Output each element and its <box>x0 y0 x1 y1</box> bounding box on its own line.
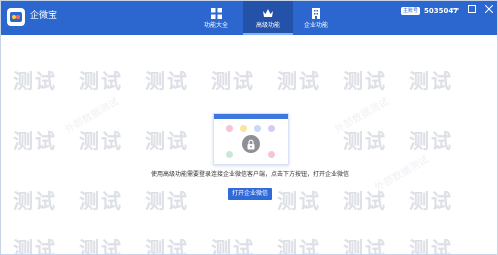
watermark-text: 测试 <box>343 189 387 213</box>
title-bar: 企微宝 功能大全 高级功能 企业功能 主账号 5035047 <box>1 1 497 35</box>
lock-icon <box>242 135 260 153</box>
watermark-text: 测试 <box>343 237 387 255</box>
watermark-text: 测试 <box>343 129 387 153</box>
purple-dot-icon <box>268 125 275 132</box>
watermark-text: 测试 <box>145 129 189 153</box>
locked-feature-illustration <box>213 113 289 165</box>
blue-dot-icon <box>254 125 261 132</box>
watermark-text: 测试 <box>79 129 123 153</box>
pink-dot-icon <box>226 125 233 132</box>
watermark-text: 测试 <box>211 237 255 255</box>
watermark-text: 测试 <box>409 189 453 213</box>
watermark-faint-text: 外部数据测试 <box>333 96 391 136</box>
minimize-icon[interactable] <box>451 5 459 13</box>
watermark-text: 测试 <box>409 69 453 93</box>
maximize-icon[interactable] <box>468 5 476 13</box>
yellow-dot-icon <box>240 125 247 132</box>
app-title: 企微宝 <box>30 11 58 21</box>
watermark-text: 测试 <box>79 69 123 93</box>
watermark-text: 测试 <box>13 237 57 255</box>
open-wecom-button[interactable]: 打开企业微信 <box>228 188 272 200</box>
app-window: 企微宝 功能大全 高级功能 企业功能 主账号 5035047 测试 测试 测试 … <box>0 0 498 255</box>
watermark-text: 测试 <box>79 189 123 213</box>
main-content: 测试 测试 测试 测试 测试 测试 测试 测试 测试 测试 测试 测试 测试 测… <box>1 35 497 255</box>
watermark-text: 测试 <box>277 237 321 255</box>
watermark-faint-text: 外部数据测试 <box>63 96 121 136</box>
illustration-titlebar <box>214 114 288 119</box>
login-required-message: 使用高级功能需要登录连接企业微信客户端，点击下方按钮，打开企业微信 <box>150 171 349 178</box>
tab-all-functions[interactable]: 功能大全 <box>191 1 241 35</box>
account-label: 主账号 <box>401 6 421 15</box>
tab-label: 企业功能 <box>303 22 328 29</box>
grid-icon <box>210 7 222 19</box>
tab-label: 功能大全 <box>203 22 228 29</box>
watermark-text: 测试 <box>145 237 189 255</box>
watermark-text: 测试 <box>409 237 453 255</box>
watermark-text: 测试 <box>277 69 321 93</box>
watermark-text: 测试 <box>343 69 387 93</box>
watermark-text: 测试 <box>409 129 453 153</box>
tab-enterprise-functions[interactable]: 企业功能 <box>291 1 341 35</box>
watermark-text: 测试 <box>145 69 189 93</box>
watermark-text: 测试 <box>13 189 57 213</box>
green-dot-icon <box>226 151 233 158</box>
watermark-text: 测试 <box>13 129 57 153</box>
pink-dot-icon <box>268 151 275 158</box>
watermark-text: 测试 <box>211 69 255 93</box>
crown-icon <box>262 7 274 19</box>
window-controls <box>451 5 493 13</box>
watermark-text: 测试 <box>79 237 123 255</box>
watermark-text: 测试 <box>145 189 189 213</box>
tab-label: 高级功能 <box>255 22 280 29</box>
watermark-text: 测试 <box>13 69 57 93</box>
tab-advanced-functions[interactable]: 高级功能 <box>243 1 293 35</box>
watermark-text: 测试 <box>277 189 321 213</box>
app-logo-icon <box>7 8 25 26</box>
close-icon[interactable] <box>485 5 493 13</box>
building-icon <box>311 7 321 19</box>
account-info[interactable]: 主账号 5035047 <box>401 5 458 16</box>
